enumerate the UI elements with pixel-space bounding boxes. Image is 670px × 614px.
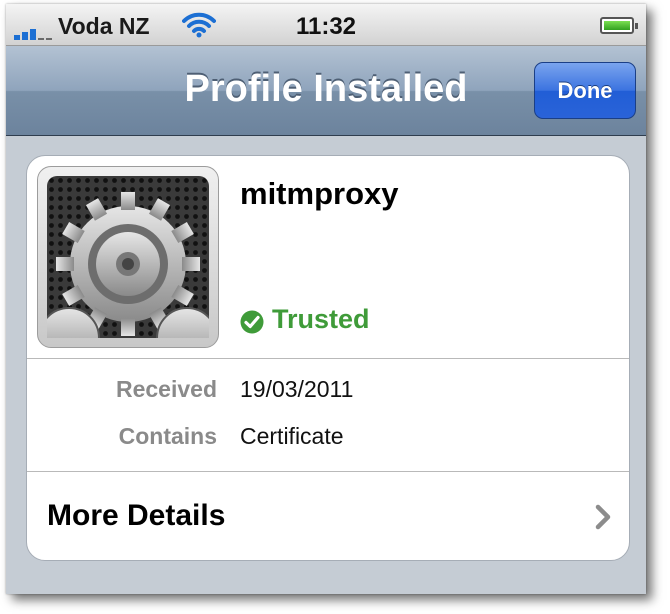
- received-label: Received: [115, 376, 217, 402]
- battery-icon: [600, 17, 638, 34]
- divider: [27, 358, 629, 359]
- more-details-row[interactable]: More Details: [27, 472, 629, 560]
- status-bar: Voda NZ 11:32: [6, 4, 646, 46]
- settings-gears-icon: [47, 176, 209, 338]
- profile-icon-frame: [37, 166, 219, 348]
- profile-name: mitmproxy: [240, 176, 399, 211]
- profile-card: mitmproxy Trusted Received 19/03/2011 Co…: [26, 155, 630, 561]
- more-details-label: More Details: [47, 499, 226, 532]
- contains-label: Contains: [118, 423, 217, 449]
- done-button[interactable]: Done: [534, 62, 636, 119]
- phone-screen: Voda NZ 11:32 Profile Installed Done mit…: [6, 4, 646, 594]
- navigation-bar: Profile Installed Done: [6, 46, 646, 136]
- received-value: 19/03/2011: [240, 376, 354, 402]
- trusted-label: Trusted: [272, 304, 370, 334]
- clock: 11:32: [295, 13, 357, 40]
- contains-value: Certificate: [240, 423, 344, 449]
- checkmark-icon: [240, 310, 264, 334]
- chevron-right-icon: [595, 504, 611, 530]
